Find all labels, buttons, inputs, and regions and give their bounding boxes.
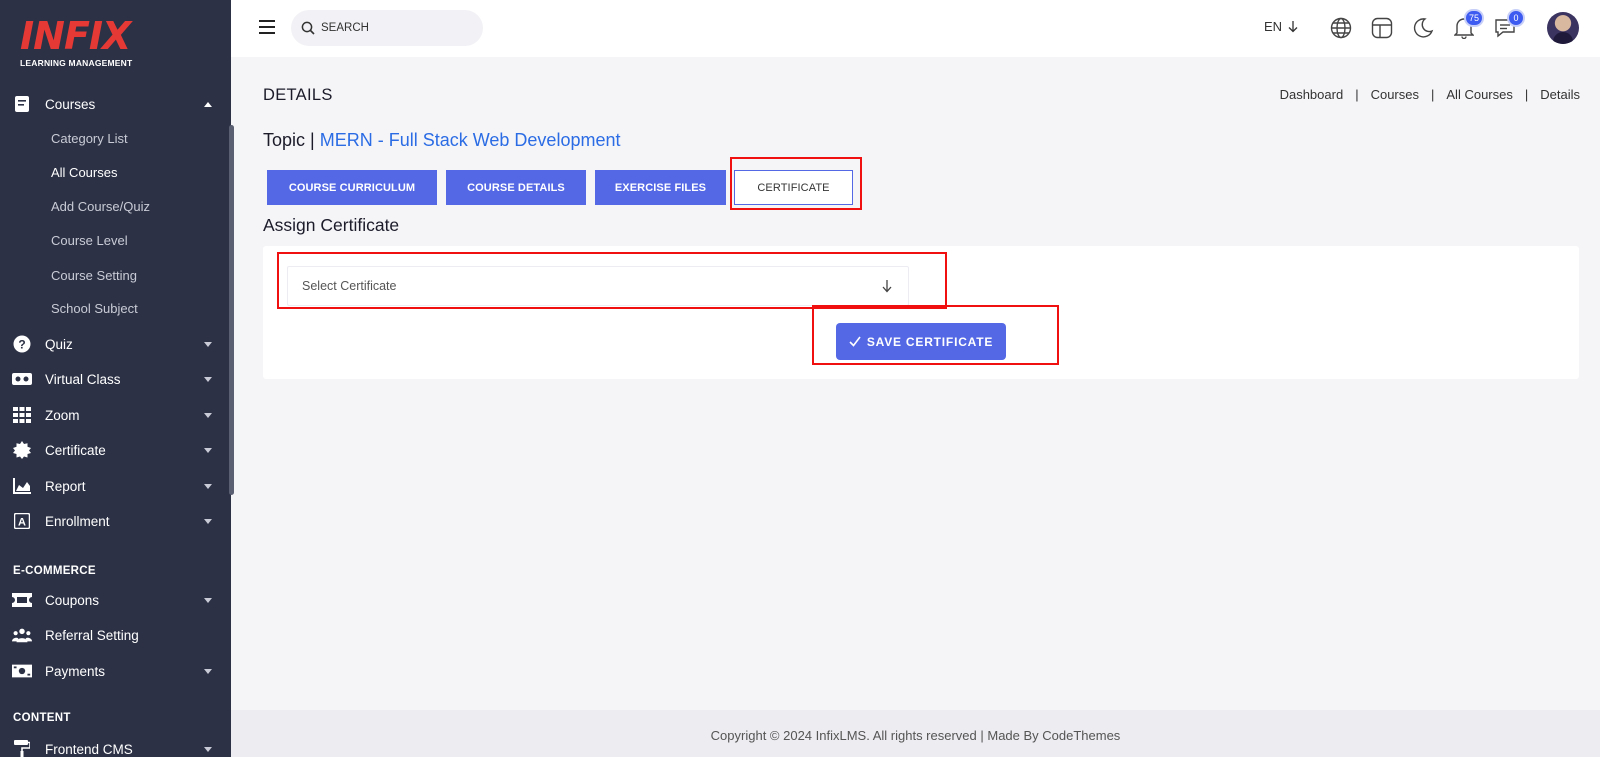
highlight-box-select xyxy=(277,252,947,309)
breadcrumb-separator: | xyxy=(1431,87,1435,102)
sidebar-item-coupons[interactable]: Coupons xyxy=(0,585,231,615)
topic-heading: Topic | MERN - Full Stack Web Developmen… xyxy=(263,130,620,151)
sidebar-subitem-course-setting[interactable]: Course Setting xyxy=(51,268,137,283)
search-icon xyxy=(301,21,315,40)
language-selector[interactable]: EN xyxy=(1264,19,1298,34)
search-input[interactable] xyxy=(321,10,476,46)
sidebar-item-zoom[interactable]: Zoom xyxy=(0,400,231,430)
sidebar-subitem-course-level[interactable]: Course Level xyxy=(51,233,128,248)
area-chart-icon xyxy=(12,476,32,496)
sidebar-item-label: Zoom xyxy=(45,407,80,423)
book-icon xyxy=(12,94,32,114)
svg-text:A: A xyxy=(18,517,26,529)
section-heading: Assign Certificate xyxy=(263,215,400,235)
enrollment-icon: A xyxy=(12,511,32,531)
tab-course-details[interactable]: COURSE DETAILS xyxy=(446,170,586,205)
money-bill-icon xyxy=(12,661,32,681)
breadcrumb-all-courses[interactable]: All Courses xyxy=(1446,87,1512,102)
sidebar-item-label: Frontend CMS xyxy=(45,741,133,757)
grid-icon xyxy=(12,405,32,425)
globe-icon[interactable] xyxy=(1329,16,1353,40)
sidebar-item-label: Referral Setting xyxy=(45,627,139,643)
sidebar-item-label: Coupons xyxy=(45,592,100,608)
highlight-box-tab xyxy=(730,157,862,210)
breadcrumb-separator: | xyxy=(1355,87,1359,102)
breadcrumb-details: Details xyxy=(1540,87,1580,102)
certificate-badge-icon xyxy=(12,440,32,460)
chevron-down-icon xyxy=(204,518,212,524)
chevron-down-icon xyxy=(204,412,212,418)
sidebar-item-virtual-class[interactable]: Virtual Class xyxy=(0,364,231,394)
sidebar-item-label: Quiz xyxy=(45,336,73,352)
svg-text:?: ? xyxy=(18,338,25,352)
logo-subtitle: LEARNING MANAGEMENT xyxy=(20,58,133,68)
sidebar-item-payments[interactable]: Payments xyxy=(0,656,231,686)
highlight-box-save xyxy=(812,305,1059,365)
sidebar-item-label: Enrollment xyxy=(45,513,110,529)
message-count-badge: 0 xyxy=(1507,9,1525,27)
sidebar-item-label: Courses xyxy=(45,96,96,112)
notifications-button[interactable]: 75 xyxy=(1452,9,1484,40)
chevron-down-icon xyxy=(204,668,212,674)
sidebar-subitem-all-courses[interactable]: All Courses xyxy=(51,165,117,180)
breadcrumb-separator: | xyxy=(1524,87,1529,102)
section-title-content: CONTENT xyxy=(13,712,71,724)
logo-text: INFIX xyxy=(20,14,131,58)
topic-label: Topic | xyxy=(263,130,315,150)
sidebar-item-frontend-cms[interactable]: Frontend CMS xyxy=(0,734,231,757)
chevron-up-icon xyxy=(204,101,212,107)
page-title: DETAILS xyxy=(263,86,333,104)
sidebar-item-enrollment[interactable]: A Enrollment xyxy=(0,506,231,536)
avatar[interactable] xyxy=(1547,12,1579,44)
chevron-down-icon xyxy=(204,597,212,603)
sidebar-item-certificate[interactable]: Certificate xyxy=(0,435,231,465)
footer: Copyright © 2024 InfixLMS. All rights re… xyxy=(231,710,1600,757)
sidebar-scrollbar[interactable] xyxy=(229,125,234,495)
logo[interactable]: INFIX LEARNING MANAGEMENT xyxy=(20,16,160,68)
sidebar-subitem-category-list[interactable]: Category List xyxy=(51,131,128,146)
sidebar-item-courses[interactable]: Courses xyxy=(0,89,231,119)
sidebar-subitem-school-subject[interactable]: School Subject xyxy=(51,301,138,316)
chevron-down-icon xyxy=(204,483,212,489)
chevron-down-icon xyxy=(204,341,212,347)
search-box xyxy=(291,10,483,46)
moon-icon[interactable] xyxy=(1411,16,1435,40)
section-title-ecommerce: E-COMMERCE xyxy=(13,565,96,577)
paint-roller-icon xyxy=(12,739,32,757)
users-icon xyxy=(12,625,32,645)
sidebar-item-quiz[interactable]: ? Quiz xyxy=(0,329,231,359)
chevron-down-icon xyxy=(204,376,212,382)
footer-copyright: Copyright © 2024 InfixLMS. All rights re… xyxy=(710,728,1121,743)
sidebar-subitem-add-course[interactable]: Add Course/Quiz xyxy=(51,199,150,214)
tab-exercise-files[interactable]: EXERCISE FILES xyxy=(595,170,726,205)
course-name-link[interactable]: MERN - Full Stack Web Development xyxy=(320,130,621,150)
top-bar: EN 75 0 xyxy=(231,0,1600,57)
chevron-down-icon xyxy=(204,746,212,752)
sidebar-item-label: Certificate xyxy=(45,442,106,458)
chevron-down-icon xyxy=(204,447,212,453)
sidebar-item-label: Virtual Class xyxy=(45,371,121,387)
vr-headset-icon xyxy=(12,369,32,389)
notification-count-badge: 75 xyxy=(1463,9,1484,27)
question-icon: ? xyxy=(12,334,32,354)
language-label: EN xyxy=(1264,19,1283,34)
messages-button[interactable]: 0 xyxy=(1493,9,1525,40)
ticket-icon xyxy=(12,590,32,610)
arrow-down-icon xyxy=(1288,20,1298,32)
layout-icon[interactable] xyxy=(1370,16,1394,40)
breadcrumb: Dashboard | Courses | All Courses | Deta… xyxy=(1280,87,1580,102)
sidebar-item-label: Report xyxy=(45,478,86,494)
menu-toggle-icon[interactable] xyxy=(259,20,275,34)
breadcrumb-courses[interactable]: Courses xyxy=(1371,87,1419,102)
sidebar-item-label: Payments xyxy=(45,663,106,679)
breadcrumb-dashboard[interactable]: Dashboard xyxy=(1280,87,1344,102)
sidebar: INFIX LEARNING MANAGEMENT Courses Catego… xyxy=(0,0,231,757)
tab-course-curriculum[interactable]: COURSE CURRICULUM xyxy=(267,170,437,205)
sidebar-item-report[interactable]: Report xyxy=(0,471,231,501)
sidebar-item-referral-setting[interactable]: Referral Setting xyxy=(0,620,231,650)
